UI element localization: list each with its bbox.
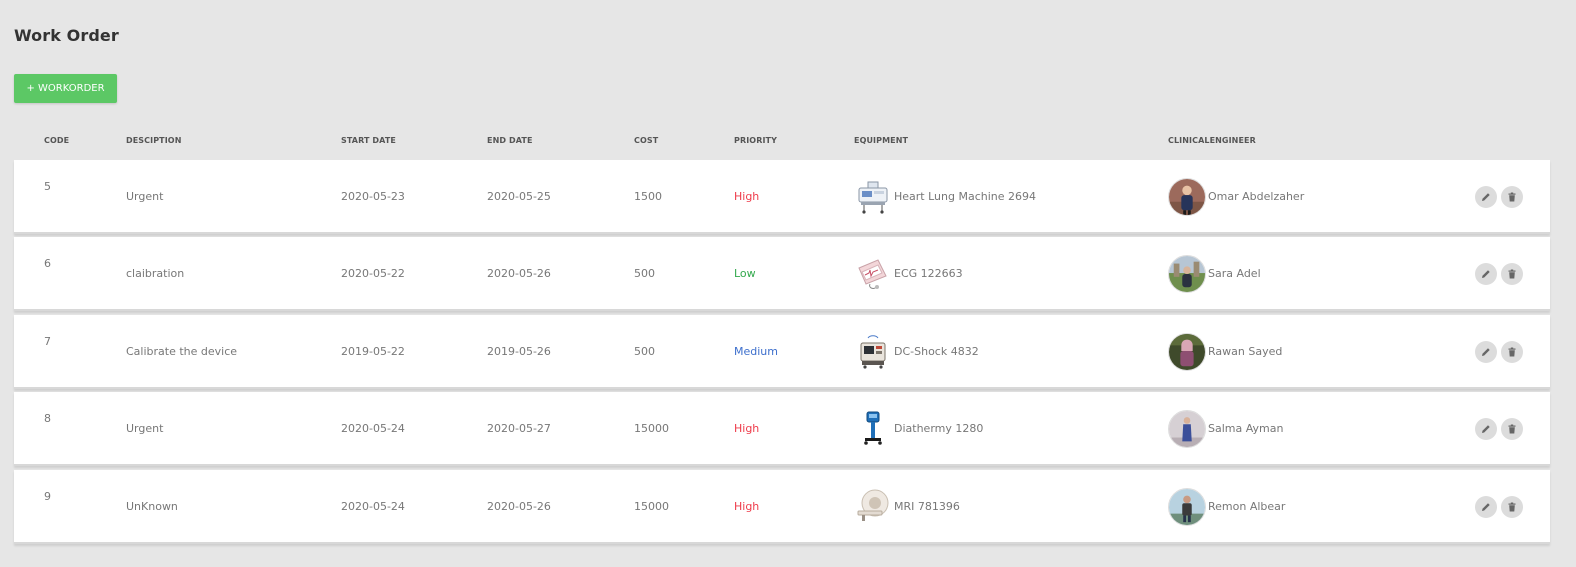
edit-button[interactable] — [1475, 341, 1497, 363]
mri-scanner-image — [857, 489, 889, 521]
priority-cell: High — [734, 190, 760, 203]
code-cell: 8 — [44, 412, 51, 425]
priority-cell: Low — [734, 267, 756, 280]
equipment-name: Diathermy 1280 — [894, 422, 984, 435]
header-cost: COST — [634, 136, 659, 145]
start-date-cell: 2020-05-23 — [341, 190, 405, 203]
engineer-avatar — [1168, 333, 1206, 371]
header-priority: PRIORITY — [734, 136, 777, 145]
table-row: 8 Urgent 2020-05-24 2020-05-27 15000 Hig… — [14, 392, 1550, 466]
delete-button[interactable] — [1501, 418, 1523, 440]
trash-icon — [1508, 502, 1516, 512]
trash-icon — [1508, 347, 1516, 357]
start-date-cell: 2020-05-22 — [341, 267, 405, 280]
edit-button[interactable] — [1475, 496, 1497, 518]
delete-button[interactable] — [1501, 496, 1523, 518]
code-cell: 6 — [44, 257, 51, 270]
description-cell: Urgent — [126, 422, 164, 435]
pencil-icon — [1482, 270, 1490, 278]
code-cell: 9 — [44, 490, 51, 503]
delete-button[interactable] — [1501, 263, 1523, 285]
engineer-name: Sara Adel — [1208, 267, 1261, 280]
heart-lung-machine-image — [858, 181, 888, 214]
table-row: 6 claibration 2020-05-22 2020-05-26 500 … — [14, 237, 1550, 311]
edit-button[interactable] — [1475, 186, 1497, 208]
table-row: 7 Calibrate the device 2019-05-22 2019-0… — [14, 315, 1550, 389]
edit-button[interactable] — [1475, 263, 1497, 285]
delete-button[interactable] — [1501, 341, 1523, 363]
defibrillator-image — [860, 335, 886, 369]
header-start-date: START DATE — [341, 136, 396, 145]
engineer-avatar — [1168, 488, 1206, 526]
equipment-name: MRI 781396 — [894, 500, 960, 513]
header-end-date: END DATE — [487, 136, 533, 145]
trash-icon — [1508, 269, 1516, 279]
delete-button[interactable] — [1501, 186, 1523, 208]
table-row: 9 UnKnown 2020-05-24 2020-05-26 15000 Hi… — [14, 470, 1550, 544]
code-cell: 5 — [44, 180, 51, 193]
start-date-cell: 2020-05-24 — [341, 422, 405, 435]
engineer-name: Salma Ayman — [1208, 422, 1284, 435]
engineer-name: Rawan Sayed — [1208, 345, 1283, 358]
table-header: CODE DESCIPTION START DATE END DATE COST… — [14, 136, 1550, 150]
cost-cell: 500 — [634, 345, 655, 358]
cost-cell: 1500 — [634, 190, 662, 203]
description-cell: UnKnown — [126, 500, 178, 513]
end-date-cell: 2019-05-26 — [487, 345, 551, 358]
header-description: DESCIPTION — [126, 136, 182, 145]
equipment-name: DC-Shock 4832 — [894, 345, 979, 358]
add-workorder-button[interactable]: + WORKORDER — [14, 74, 117, 103]
end-date-cell: 2020-05-27 — [487, 422, 551, 435]
priority-cell: Medium — [734, 345, 778, 358]
start-date-cell: 2020-05-24 — [341, 500, 405, 513]
engineer-avatar — [1168, 410, 1206, 448]
trash-icon — [1508, 424, 1516, 434]
priority-cell: High — [734, 422, 760, 435]
pencil-icon — [1482, 425, 1490, 433]
edit-button[interactable] — [1475, 418, 1497, 440]
pencil-icon — [1482, 503, 1490, 511]
description-cell: claibration — [126, 267, 185, 280]
end-date-cell: 2020-05-26 — [487, 500, 551, 513]
ecg-machine-image — [858, 259, 887, 289]
header-clinical-engineer: CLINICALENGINEER — [1168, 136, 1256, 145]
end-date-cell: 2020-05-25 — [487, 190, 551, 203]
pencil-icon — [1482, 193, 1490, 201]
header-code: CODE — [44, 136, 70, 145]
cost-cell: 15000 — [634, 422, 669, 435]
end-date-cell: 2020-05-26 — [487, 267, 551, 280]
engineer-avatar — [1168, 178, 1206, 216]
page-title: Work Order — [14, 26, 119, 45]
trash-icon — [1508, 192, 1516, 202]
cost-cell: 500 — [634, 267, 655, 280]
priority-cell: High — [734, 500, 760, 513]
start-date-cell: 2019-05-22 — [341, 345, 405, 358]
header-equipment: EQUIPMENT — [854, 136, 909, 145]
table-row: 5 Urgent 2020-05-23 2020-05-25 1500 High… — [14, 160, 1550, 234]
diathermy-image — [864, 411, 882, 445]
code-cell: 7 — [44, 335, 51, 348]
cost-cell: 15000 — [634, 500, 669, 513]
engineer-name: Remon Albear — [1208, 500, 1286, 513]
description-cell: Calibrate the device — [126, 345, 238, 358]
engineer-avatar — [1168, 255, 1206, 293]
description-cell: Urgent — [126, 190, 164, 203]
equipment-name: Heart Lung Machine 2694 — [894, 190, 1037, 203]
pencil-icon — [1482, 348, 1490, 356]
engineer-name: Omar Abdelzaher — [1208, 190, 1305, 203]
equipment-name: ECG 122663 — [894, 267, 963, 280]
